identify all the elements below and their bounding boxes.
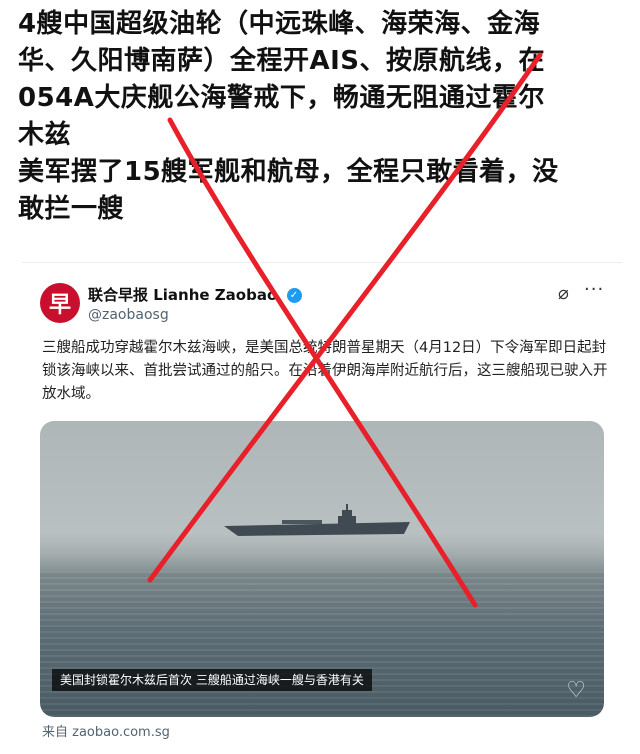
- author-handle[interactable]: @zaobaosg: [88, 307, 169, 323]
- embedded-post-card[interactable]: 早 联合早报 Lianhe Zaobao ✓ @zaobaosg ⌀ ··· 三…: [22, 262, 622, 749]
- headline-line: 敢拦一艘: [18, 194, 125, 224]
- headline-line: 木兹: [18, 120, 72, 150]
- author-name-row[interactable]: 联合早报 Lianhe Zaobao ✓: [88, 284, 302, 305]
- heart-icon[interactable]: ♡: [566, 678, 586, 703]
- source-link[interactable]: 来自 zaobao.com.sg: [42, 721, 170, 740]
- headline-text: 4艘中国超级油轮（中远珠峰、海荣海、金海 华、久阳博南萨）全程开AIS、按原航线…: [18, 6, 628, 228]
- headline-line: 054A大庆舰公海警戒下，畅通无阻通过霍尔: [18, 83, 545, 113]
- avatar[interactable]: 早: [40, 283, 80, 323]
- more-icon[interactable]: ···: [584, 279, 604, 300]
- headline-line: 美军摆了15艘军舰和航母，全程只敢看着，没: [18, 157, 559, 187]
- headline-line: 华、久阳博南萨）全程开AIS、按原航线，在: [18, 46, 546, 76]
- verified-check-icon: ✓: [286, 288, 302, 303]
- headline-line: 4艘中国超级油轮（中远珠峰、海荣海、金海: [18, 9, 541, 39]
- author-name[interactable]: 联合早报 Lianhe Zaobao: [88, 286, 277, 304]
- grok-icon[interactable]: ⌀: [558, 283, 569, 304]
- image-caption: 美国封锁霍尔木兹后首次 三艘船通过海峡一艘与香港有关: [52, 669, 372, 691]
- avatar-logo: 早: [48, 292, 71, 318]
- post-text: 三艘船成功穿越霍尔木兹海峡，是美国总统特朗普星期天（4月12日）下令海军即日起封…: [42, 340, 608, 402]
- post-image[interactable]: 美国封锁霍尔木兹后首次 三艘船通过海峡一艘与香港有关 ♡: [40, 421, 604, 717]
- aircraft-carrier-silhouette: [224, 504, 410, 536]
- sea-texture: [40, 571, 604, 717]
